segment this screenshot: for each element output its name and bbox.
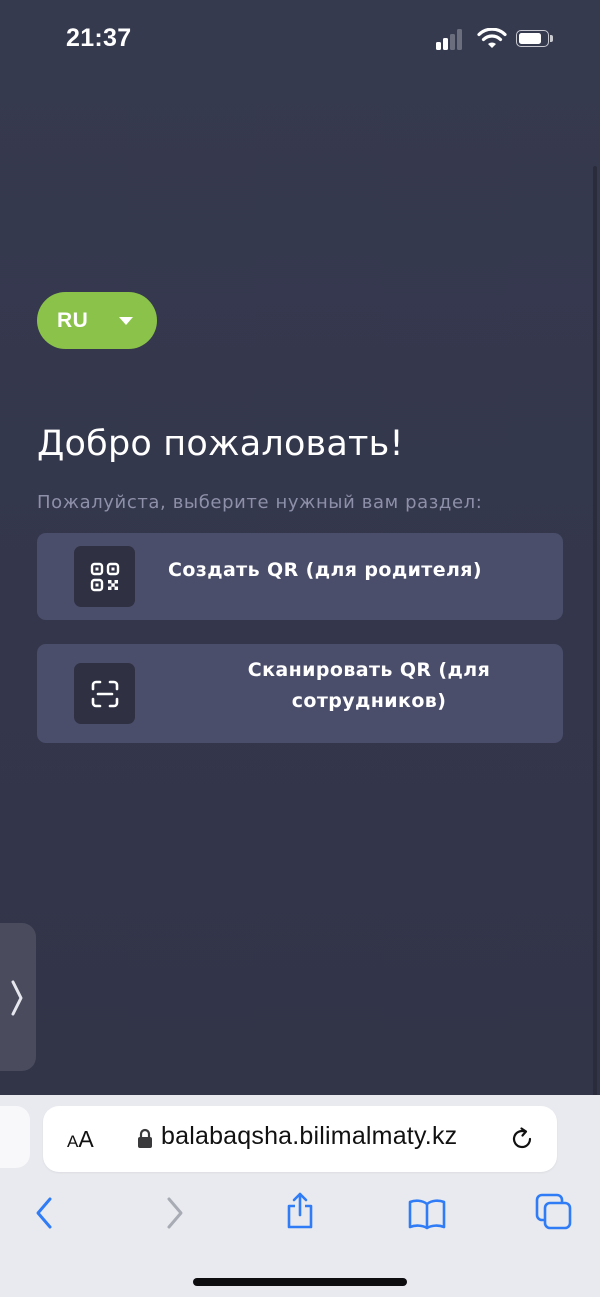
home-indicator[interactable] <box>193 1278 407 1286</box>
battery-icon <box>516 30 554 49</box>
share-icon[interactable] <box>284 1192 316 1230</box>
scan-qr-button[interactable]: Сканировать QR (для сотрудников) <box>37 644 563 743</box>
create-qr-label: Создать QR (для родителя) <box>167 559 482 581</box>
caret-down-icon <box>119 317 133 325</box>
page-title: Добро пожаловать! <box>37 424 404 464</box>
qr-code-icon-box <box>74 546 135 607</box>
side-drawer-handle[interactable] <box>0 923 36 1071</box>
qr-code-icon <box>90 562 120 592</box>
forward-icon[interactable] <box>165 1196 185 1230</box>
page-scrollbar[interactable] <box>593 166 597 1096</box>
scan-qr-label: Сканировать QR (для сотрудников) <box>247 659 491 712</box>
wifi-icon <box>477 28 507 48</box>
reload-icon[interactable] <box>509 1126 535 1152</box>
language-label: RU <box>57 308 89 332</box>
language-selector[interactable]: RU <box>37 292 157 349</box>
tabs-icon[interactable] <box>535 1193 573 1231</box>
address-bar[interactable]: AA balabaqsha.bilimalmaty.kz <box>43 1106 557 1172</box>
cellular-signal-icon <box>436 28 464 50</box>
status-time: 21:37 <box>66 24 132 52</box>
status-icons <box>436 28 560 52</box>
chevron-right-icon <box>11 980 23 1016</box>
text-size-button[interactable]: AA <box>67 1126 94 1153</box>
previous-tab-preview[interactable] <box>0 1106 30 1168</box>
create-qr-button[interactable]: Создать QR (для родителя) <box>37 533 563 620</box>
url-text: balabaqsha.bilimalmaty.kz <box>161 1122 458 1150</box>
bookmarks-icon[interactable] <box>407 1198 447 1230</box>
scan-icon <box>91 680 119 708</box>
back-icon[interactable] <box>34 1196 54 1230</box>
lock-icon <box>138 1128 152 1148</box>
page-subtitle: Пожалуйста, выберите нужный вам раздел: <box>37 492 483 513</box>
scan-icon-box <box>74 663 135 724</box>
